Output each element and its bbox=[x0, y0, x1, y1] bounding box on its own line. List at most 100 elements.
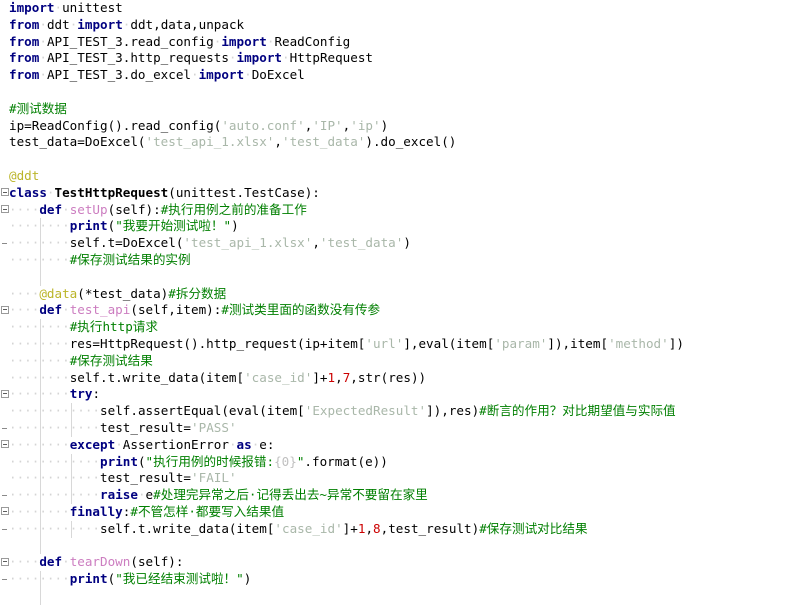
code-line[interactable]: ····@data(*test_data)#拆分数据 bbox=[0, 286, 802, 303]
fold-end-icon bbox=[2, 243, 7, 245]
code-token-dotws: · bbox=[62, 302, 70, 318]
code-token-cmt: #断言的作用？对比期望值与实际值 bbox=[479, 403, 676, 419]
code-token-str: 'method' bbox=[608, 335, 669, 351]
code-line[interactable]: ····def·setUp(self):#执行用例之前的准备工作 bbox=[0, 202, 802, 219]
code-line[interactable]: ············raise·e#处理完异常之后·记得丢出去~异常不要留在… bbox=[0, 487, 802, 504]
code-token-dotws: · bbox=[62, 201, 70, 217]
code-token-kw: def bbox=[39, 554, 63, 570]
code-token-plain: (*test_data) bbox=[77, 285, 169, 301]
code-line[interactable]: import·unittest bbox=[0, 0, 802, 17]
code-line[interactable]: ············print("执行用例的时候报错:{0}".format… bbox=[0, 453, 802, 471]
indent-guide bbox=[40, 571, 41, 588]
code-token-str: 'test_api_1.xlsx' bbox=[145, 134, 275, 150]
code-line[interactable]: ········#执行http请求 bbox=[0, 319, 802, 336]
code-line[interactable]: ········try: bbox=[0, 386, 802, 404]
code-line[interactable] bbox=[0, 537, 802, 555]
code-token-dotws: ···· bbox=[9, 487, 40, 503]
code-token-kw: import bbox=[9, 0, 55, 15]
code-token-plain: (unittest.TestCase): bbox=[168, 184, 320, 200]
code-token-deco: @ddt bbox=[9, 167, 40, 183]
fold-collapse-icon[interactable] bbox=[1, 389, 9, 398]
code-line[interactable]: ····def·tearDown(self): bbox=[0, 554, 802, 571]
code-line[interactable]: ········self.t.write_data(item['case_id'… bbox=[0, 369, 802, 387]
code-token-plain: ]+ bbox=[342, 520, 358, 536]
code-token-dotws: ···· bbox=[39, 218, 70, 234]
code-token-cmt: #保存测试结果的实例 bbox=[69, 251, 191, 267]
code-line[interactable]: ········finally:#不管怎样·都要写入结果值 bbox=[0, 503, 802, 521]
code-token-dotws: ···· bbox=[9, 235, 40, 251]
code-token-kw: as bbox=[236, 436, 252, 452]
code-token-str: 'url' bbox=[365, 335, 404, 351]
code-token-kw: raise bbox=[100, 487, 138, 503]
code-line[interactable]: ············test_result='PASS' bbox=[0, 419, 802, 437]
fold-collapse-icon[interactable] bbox=[1, 507, 9, 516]
code-line[interactable]: @ddt bbox=[0, 168, 802, 185]
code-token-kw: from bbox=[9, 33, 40, 49]
code-token-numred: 8 bbox=[373, 520, 381, 536]
code-token-dotws: ···· bbox=[39, 487, 70, 503]
code-content[interactable]: import·unittest from·ddt·import·ddt,data,… bbox=[0, 0, 802, 613]
code-token-plain: ]) bbox=[668, 335, 684, 351]
code-line[interactable]: ············test_result='FAIL' bbox=[0, 470, 802, 488]
code-token-dotws: · bbox=[46, 184, 55, 200]
code-line[interactable]: ip=ReadConfig().read_config('auto.conf',… bbox=[0, 118, 802, 135]
code-token-dotws: ···· bbox=[39, 571, 70, 587]
code-line[interactable]: #测试数据 bbox=[0, 101, 802, 118]
code-token-dotws: ···· bbox=[9, 285, 40, 301]
fold-collapse-icon[interactable] bbox=[1, 440, 9, 449]
indent-guide bbox=[40, 503, 41, 521]
fold-collapse-icon[interactable] bbox=[1, 205, 9, 214]
code-line[interactable]: ············self.t.write_data(item['case… bbox=[0, 520, 802, 538]
code-token-esc: {0} bbox=[274, 453, 297, 469]
code-token-dotws: ···· bbox=[69, 453, 101, 469]
fold-collapse-icon[interactable] bbox=[1, 188, 9, 197]
code-token-plain: ddt bbox=[46, 16, 70, 32]
code-token-dotws: · bbox=[191, 67, 199, 83]
code-line[interactable]: ········self.t=DoExcel('test_api_1.xlsx'… bbox=[0, 235, 802, 252]
code-line[interactable] bbox=[0, 151, 802, 168]
code-token-dotws: ···· bbox=[9, 470, 40, 486]
code-token-dotws: ···· bbox=[9, 218, 40, 234]
indent-guide bbox=[40, 436, 41, 454]
code-token-str: 'test_api_1.xlsx' bbox=[183, 235, 313, 251]
code-token-str: 'IP' bbox=[312, 117, 343, 133]
fold-end-icon bbox=[2, 528, 7, 530]
code-line[interactable]: ········res=HttpRequest().http_request(i… bbox=[0, 335, 802, 353]
code-line[interactable]: ········print("我已经结束测试啦！") bbox=[0, 571, 802, 588]
code-line[interactable]: ········#保存测试结果 bbox=[0, 352, 802, 370]
code-token-plain: ,str(res)) bbox=[350, 369, 427, 385]
code-token-func: setUp bbox=[69, 201, 108, 217]
code-token-str: 'test_data' bbox=[319, 235, 404, 251]
code-line[interactable]: ············self.assertEqual(eval(item['… bbox=[0, 403, 802, 420]
code-line[interactable]: from·ddt·import·ddt,data,unpack bbox=[0, 17, 802, 34]
code-line[interactable] bbox=[0, 84, 802, 101]
code-token-kw: finally bbox=[69, 503, 123, 519]
indent-guide bbox=[71, 487, 72, 504]
code-line[interactable]: ········#保存测试结果的实例 bbox=[0, 251, 802, 269]
code-line[interactable]: from·API_TEST_3.http_requests·import·Htt… bbox=[0, 50, 802, 67]
code-line[interactable]: ········print("我要开始测试啦！") bbox=[0, 218, 802, 236]
code-editor[interactable]: import·unittest from·ddt·import·ddt,data,… bbox=[0, 0, 802, 613]
code-token-plain: DoExcel bbox=[251, 67, 305, 83]
code-token-str: 'ExpectedResult' bbox=[304, 403, 427, 419]
code-token-dotws: ···· bbox=[9, 386, 40, 402]
fold-collapse-icon[interactable] bbox=[1, 557, 9, 566]
code-line[interactable] bbox=[0, 268, 802, 286]
code-token-dotws: · bbox=[282, 50, 290, 66]
indent-guide bbox=[71, 520, 72, 538]
indent-guide bbox=[40, 369, 41, 387]
code-line[interactable] bbox=[0, 587, 802, 605]
code-token-plain: API_TEST_3.read_config bbox=[46, 33, 214, 49]
code-line[interactable]: test_data=DoExcel('test_api_1.xlsx','tes… bbox=[0, 134, 802, 151]
code-line[interactable]: from·API_TEST_3.do_excel·import·DoExcel bbox=[0, 67, 802, 84]
code-line[interactable]: ········except·AssertionError·as·e: bbox=[0, 436, 802, 454]
code-token-plain: test_result= bbox=[100, 470, 192, 486]
code-token-plain: self.t.write_data(item[ bbox=[69, 369, 245, 385]
code-token-plain: ]),res) bbox=[426, 403, 480, 419]
code-line[interactable]: from·API_TEST_3.read_config·import·ReadC… bbox=[0, 34, 802, 51]
code-token-dotws: ···· bbox=[39, 352, 70, 368]
code-line[interactable]: class·TestHttpRequest(unittest.TestCase)… bbox=[0, 185, 802, 202]
fold-collapse-icon[interactable] bbox=[1, 305, 9, 314]
code-line[interactable]: ····def·test_api(self,item):#测试类里面的函数没有传… bbox=[0, 302, 802, 319]
indent-guide bbox=[40, 268, 41, 286]
